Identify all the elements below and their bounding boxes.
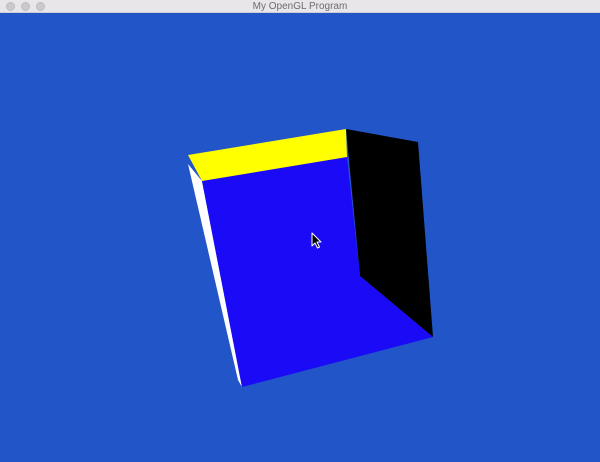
title-bar[interactable]: My OpenGL Program <box>0 0 600 13</box>
app-window: My OpenGL Program <box>0 0 600 462</box>
window-title: My OpenGL Program <box>252 1 348 12</box>
scene-canvas <box>188 129 433 387</box>
opengl-viewport[interactable] <box>0 13 600 462</box>
